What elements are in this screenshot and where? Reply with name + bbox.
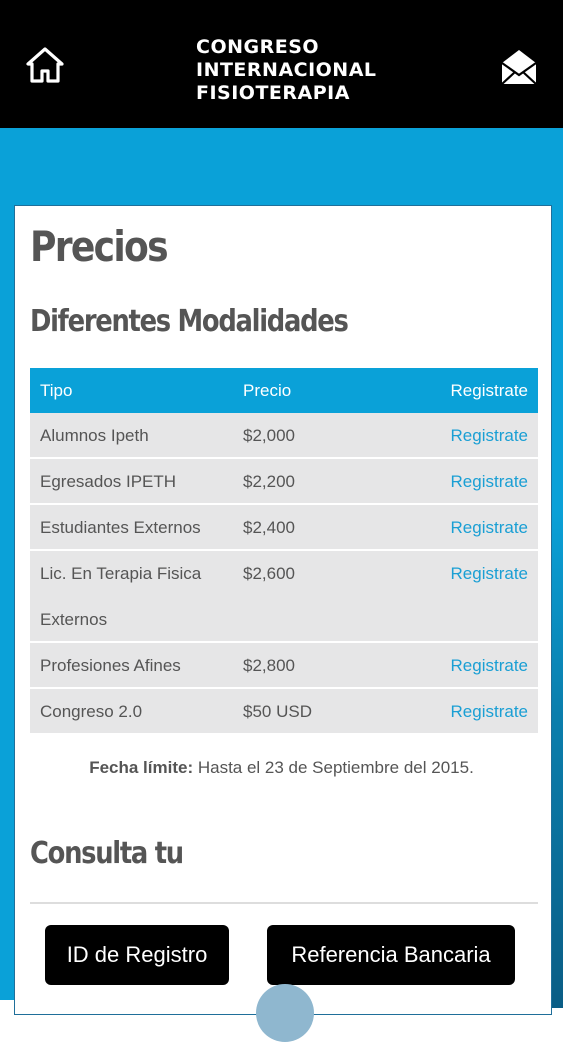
scroll-to-top-button[interactable] (256, 984, 314, 1042)
row-tipo: Profesiones Afines (40, 656, 181, 675)
registrate-link[interactable]: Registrate (451, 551, 528, 597)
column-header-registrate: Registrate (450, 381, 528, 400)
deadline-note: Fecha límite: Hasta el 23 de Septiembre … (0, 758, 563, 778)
row-tipo: Lic. En Terapia Fisica Externos (40, 564, 202, 629)
row-precio: $2,400 (243, 518, 295, 537)
row-precio: $2,800 (243, 656, 295, 675)
table-header-row: Tipo Precio Registrate (30, 368, 538, 413)
registrate-link[interactable]: Registrate (451, 505, 528, 551)
table-row: Egresados IPETH $2,200 Registrate (30, 459, 538, 505)
id-registro-button[interactable]: ID de Registro (45, 925, 229, 985)
logo-line-3: FISIOTERAPIA (196, 82, 350, 104)
congress-logo[interactable]: CONGRESO INTERNACIONAL FISIOTERAPIA (196, 36, 377, 105)
mail-icon[interactable] (499, 47, 539, 87)
prices-table: Tipo Precio Registrate Alumnos Ipeth $2,… (30, 368, 538, 735)
table-row: Lic. En Terapia Fisica Externos $2,600 R… (30, 551, 538, 643)
section-subtitle: Diferentes Modalidades (30, 304, 349, 339)
registrate-link[interactable]: Registrate (451, 459, 528, 505)
deadline-text: Hasta el 23 de Septiembre del 2015. (193, 758, 474, 777)
divider (30, 902, 538, 904)
page-title: Precios (30, 222, 169, 271)
deadline-label: Fecha límite: (89, 758, 194, 777)
table-row: Alumnos Ipeth $2,000 Registrate (30, 413, 538, 459)
column-header-precio: Precio (243, 381, 292, 400)
row-tipo: Egresados IPETH (40, 472, 177, 491)
table-row: Profesiones Afines $2,800 Registrate (30, 643, 538, 689)
row-precio: $2,000 (243, 426, 295, 445)
registrate-link[interactable]: Registrate (451, 643, 528, 689)
table-row: Congreso 2.0 $50 USD Registrate (30, 689, 538, 735)
row-tipo: Estudiantes Externos (40, 518, 201, 537)
row-tipo: Congreso 2.0 (40, 702, 143, 721)
registrate-link[interactable]: Registrate (451, 689, 528, 735)
logo-line-1: CONGRESO (196, 36, 320, 58)
column-header-tipo: Tipo (40, 381, 73, 400)
row-precio: $2,200 (243, 472, 295, 491)
referencia-bancaria-button[interactable]: Referencia Bancaria (267, 925, 515, 985)
app-header: CONGRESO INTERNACIONAL FISIOTERAPIA (0, 0, 563, 128)
row-precio: $2,600 (243, 564, 295, 583)
logo-line-2: INTERNACIONAL (196, 59, 377, 81)
registrate-link[interactable]: Registrate (451, 413, 528, 459)
row-tipo: Alumnos Ipeth (40, 426, 149, 445)
home-icon[interactable] (26, 46, 64, 84)
table-row: Estudiantes Externos $2,400 Registrate (30, 505, 538, 551)
row-precio: $50 USD (243, 702, 312, 721)
consulta-heading: Consulta tu (30, 836, 184, 871)
